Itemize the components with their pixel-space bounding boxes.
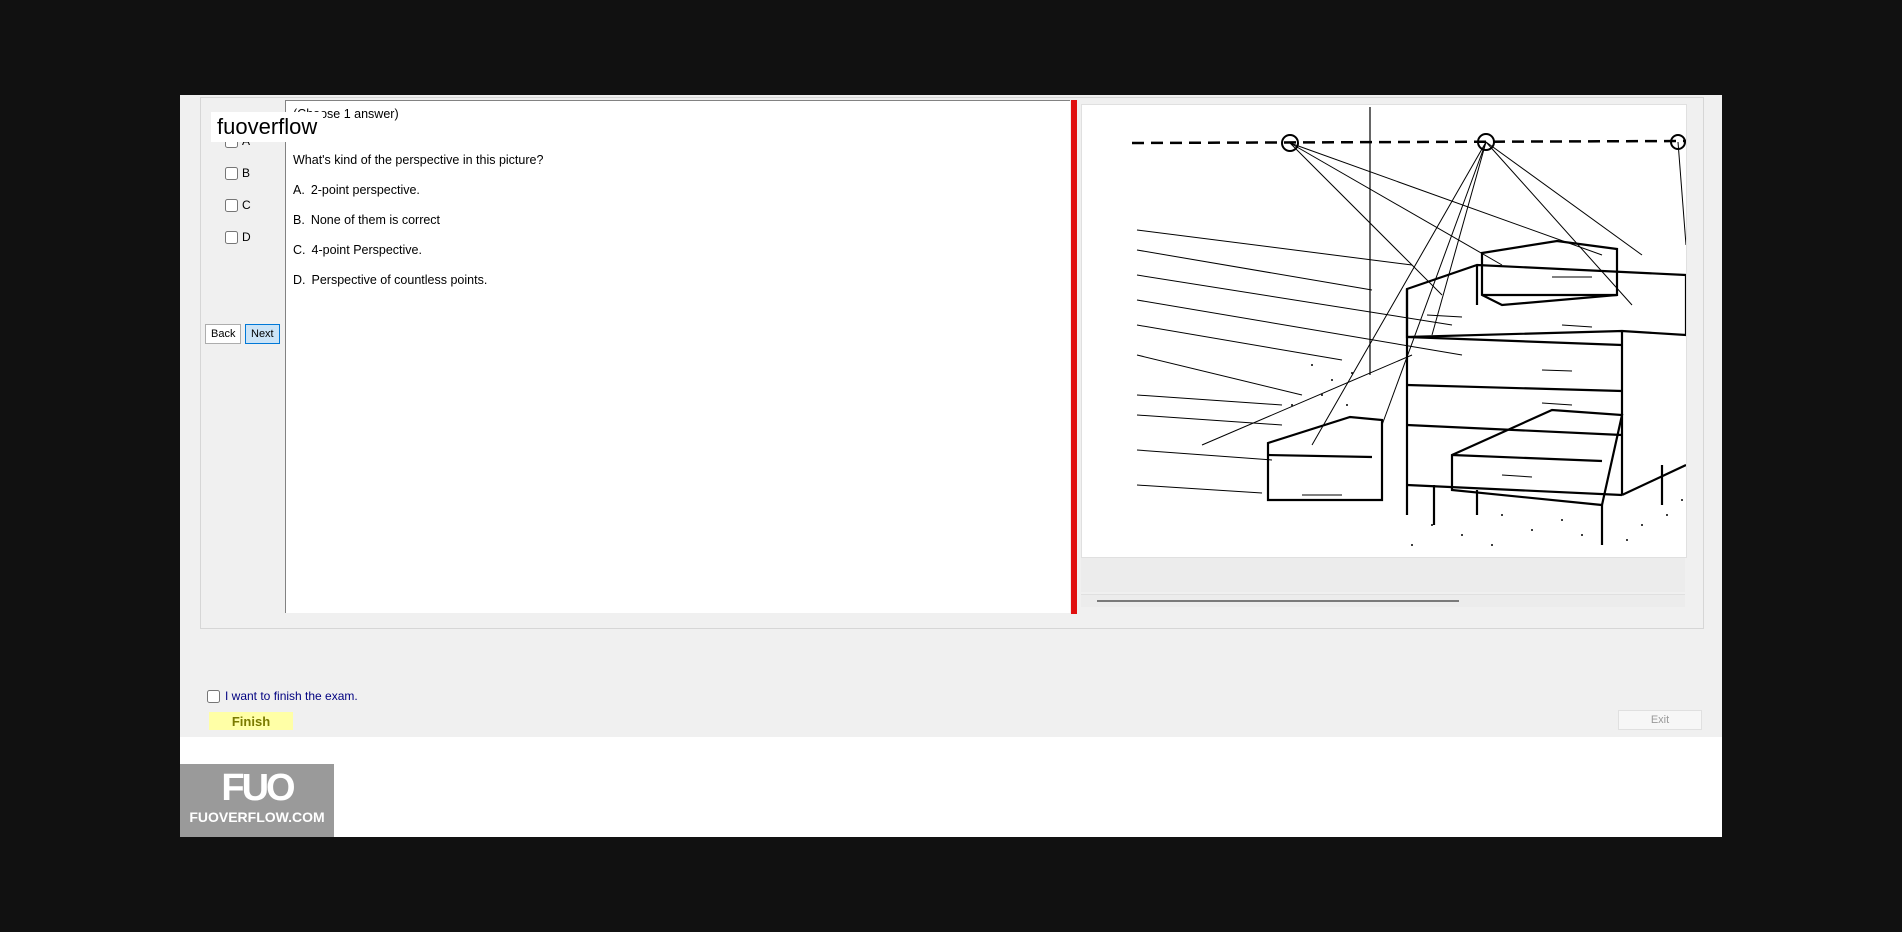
option-letter: D.	[293, 273, 306, 287]
answer-option-b[interactable]: B	[225, 164, 250, 182]
finish-exam-checkbox[interactable]	[207, 689, 220, 703]
question-text-pane[interactable]: (Choose 1 answer) What's kind of the per…	[285, 100, 1070, 613]
answer-label-d: D	[242, 230, 251, 244]
watermark-label: fuoverflow	[211, 112, 324, 142]
question-text: What's kind of the perspective in this p…	[293, 153, 544, 167]
question-option-c: C. 4-point Perspective.	[293, 243, 422, 257]
scrollbar-thumb[interactable]	[1097, 600, 1459, 602]
finish-button[interactable]: Finish	[209, 712, 293, 730]
question-panel: A B C D Back Next (Choose 1 answer) What…	[200, 97, 1704, 629]
answer-checkbox-d[interactable]	[225, 230, 238, 244]
question-image	[1081, 104, 1687, 558]
option-letter: B.	[293, 213, 305, 227]
answer-option-d[interactable]: D	[225, 228, 251, 246]
answer-column: A B C D Back Next	[201, 98, 285, 612]
fuoverflow-logo: FUO FUOVERFLOW.COM	[180, 764, 334, 837]
exam-window: A B C D Back Next (Choose 1 answer) What…	[180, 95, 1722, 837]
answer-label-b: B	[242, 166, 251, 180]
exit-button[interactable]: Exit	[1618, 710, 1702, 730]
option-text: Perspective of countless points.	[311, 273, 488, 287]
answer-checkbox-b[interactable]	[225, 166, 238, 180]
option-text: None of them is correct	[310, 213, 441, 227]
finish-confirmation[interactable]: I want to finish the exam.	[207, 689, 358, 703]
answer-label-c: C	[242, 198, 251, 212]
logo-mark: FUO	[221, 767, 295, 809]
footer-area	[180, 737, 1722, 837]
back-button[interactable]: Back	[205, 324, 242, 344]
option-text: 2-point perspective.	[310, 183, 420, 197]
question-option-a: A. 2-point perspective.	[293, 183, 420, 197]
perspective-drawing-image	[1131, 107, 1686, 546]
image-pane-lower-area	[1081, 558, 1685, 592]
next-button[interactable]: Next	[245, 324, 280, 344]
option-letter: A.	[293, 183, 305, 197]
finish-exam-label[interactable]: I want to finish the exam.	[225, 689, 358, 703]
answer-checkbox-c[interactable]	[225, 198, 238, 212]
question-option-b: B. None of them is correct	[293, 213, 440, 227]
option-letter: C.	[293, 243, 306, 257]
option-text: 4-point Perspective.	[311, 243, 422, 257]
image-horizontal-scrollbar[interactable]	[1081, 594, 1685, 607]
logo-site-name: FUOVERFLOW.COM	[189, 809, 325, 825]
question-option-d: D. Perspective of countless points.	[293, 273, 487, 287]
pane-splitter[interactable]	[1071, 100, 1077, 614]
answer-option-c[interactable]: C	[225, 196, 251, 214]
